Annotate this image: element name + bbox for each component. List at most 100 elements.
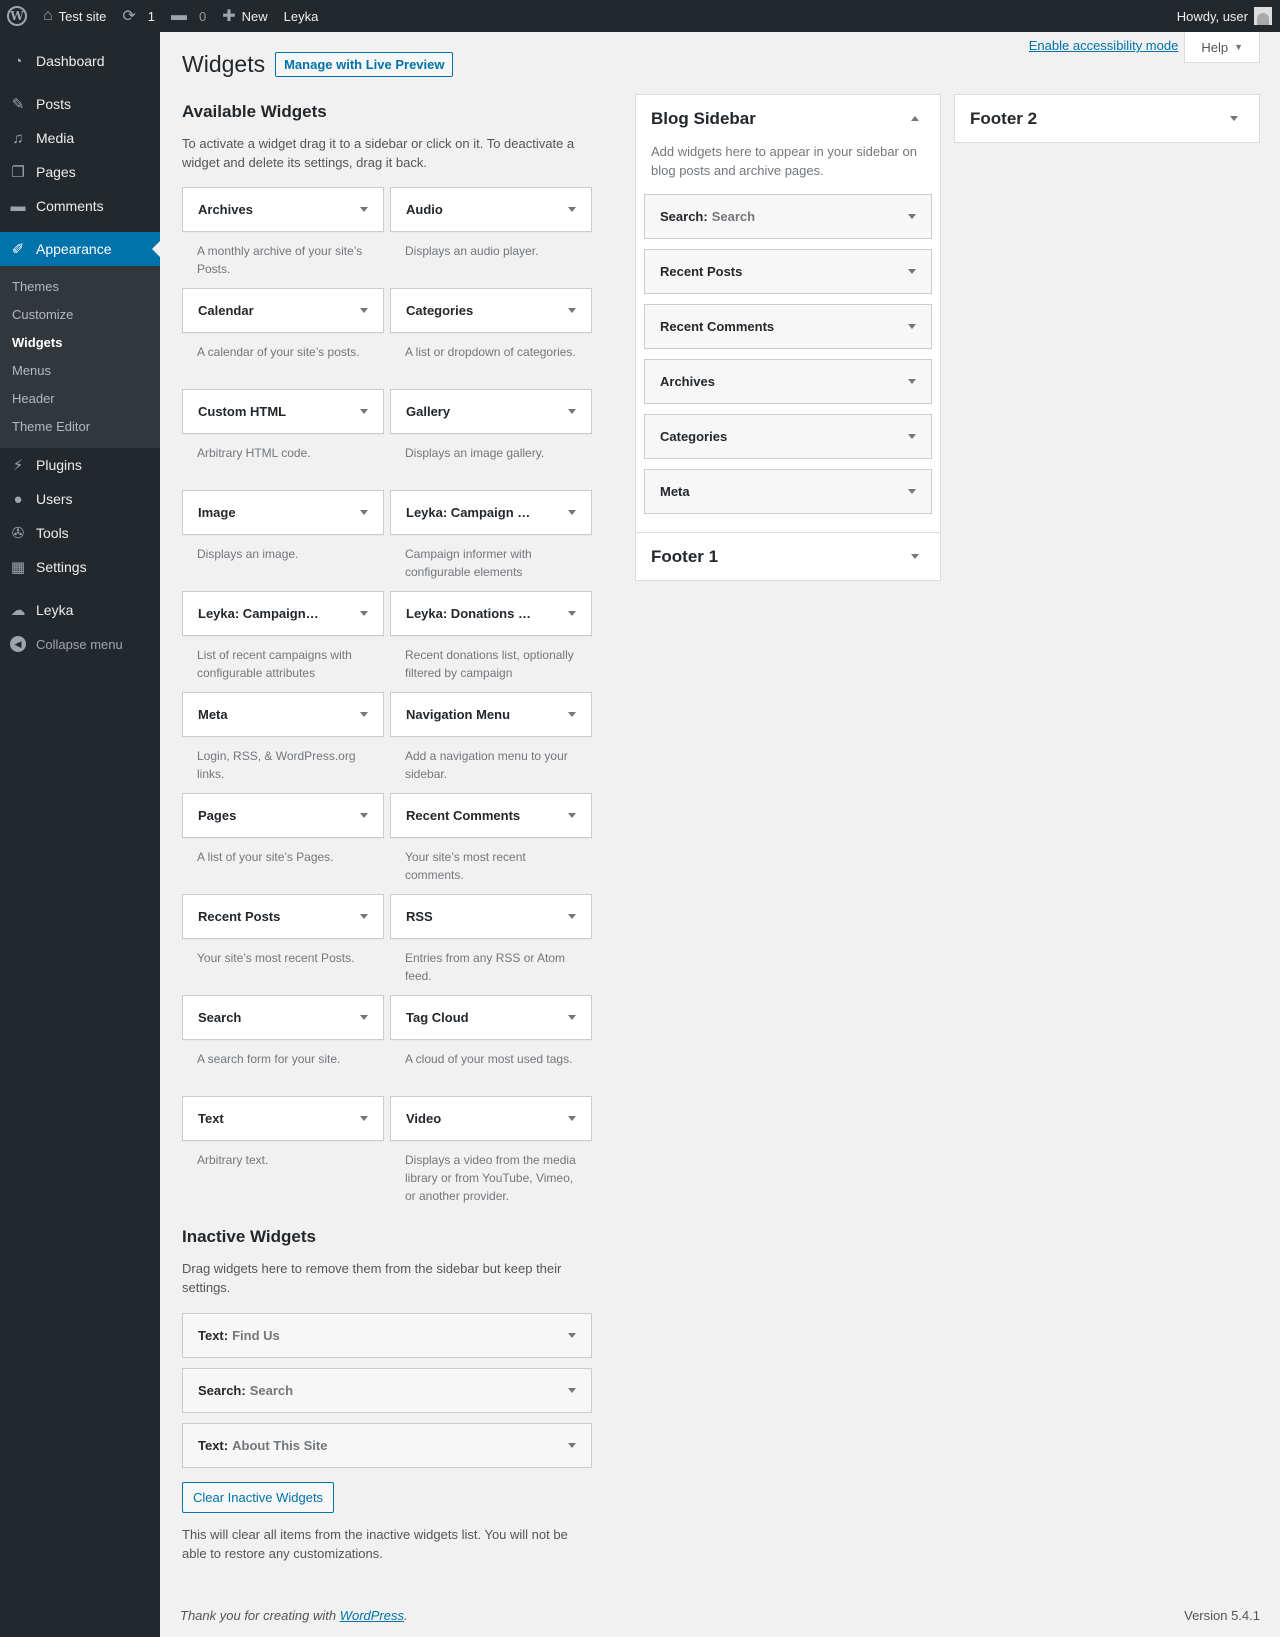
submenu-widgets[interactable]: Widgets [0, 329, 160, 357]
chevron-down-icon[interactable] [360, 510, 368, 515]
widget-title-bar[interactable]: Custom HTML [182, 389, 384, 434]
widget-title-bar[interactable]: RSS [390, 894, 592, 939]
chevron-down-icon[interactable] [360, 712, 368, 717]
plus-icon: ✚ [222, 8, 236, 25]
menu-comments[interactable]: ▬ Comments [0, 189, 160, 223]
submenu-themes[interactable]: Themes [0, 273, 160, 301]
chevron-down-icon[interactable] [360, 1015, 368, 1020]
widget-title-bar[interactable]: Leyka: Donations … [390, 591, 592, 636]
blog-sidebar-header[interactable]: Blog Sidebar [636, 95, 940, 142]
inactive-widget[interactable]: Search: Search [182, 1368, 592, 1413]
menu-media[interactable]: ♫ Media [0, 121, 160, 155]
widget-title-bar[interactable]: Gallery [390, 389, 592, 434]
chevron-down-icon[interactable] [568, 1116, 576, 1121]
sidebar-widget[interactable]: Meta [644, 469, 932, 514]
new-content-menu[interactable]: ✚ New [214, 0, 275, 32]
chevron-down-icon[interactable] [568, 1388, 576, 1393]
chevron-down-icon[interactable] [908, 324, 916, 329]
submenu-header[interactable]: Header [0, 385, 160, 413]
site-name-menu[interactable]: ⌂ Test site [35, 0, 114, 32]
widget-title-bar[interactable]: Leyka: Campaign … [390, 490, 592, 535]
chevron-down-icon[interactable] [568, 1333, 576, 1338]
chevron-down-icon[interactable] [568, 914, 576, 919]
widget-title-bar[interactable]: Categories [390, 288, 592, 333]
menu-leyka[interactable]: ☁ Leyka [0, 593, 160, 627]
chevron-down-icon[interactable] [568, 409, 576, 414]
chevron-down-icon[interactable] [360, 813, 368, 818]
widget-title-bar[interactable]: Meta [182, 692, 384, 737]
menu-posts[interactable]: ✎ Posts [0, 87, 160, 121]
menu-dashboard-label: Dashboard [36, 53, 105, 69]
menu-dashboard[interactable]: ◔ Dashboard [0, 44, 160, 78]
sidebar-widget[interactable]: Recent Posts [644, 249, 932, 294]
widget-title: Custom HTML [198, 404, 287, 419]
submenu-menus[interactable]: Menus [0, 357, 160, 385]
collapse-menu-button[interactable]: ◀ Collapse menu [0, 627, 160, 661]
wp-logo-menu[interactable]: W [0, 0, 35, 32]
chevron-down-icon[interactable] [568, 712, 576, 717]
chevron-down-icon[interactable] [360, 611, 368, 616]
chevron-down-icon[interactable] [360, 409, 368, 414]
widget-title-bar[interactable]: Recent Posts [182, 894, 384, 939]
inactive-widget[interactable]: Text: About This Site [182, 1423, 592, 1468]
menu-users[interactable]: ● Users [0, 482, 160, 516]
sidebar-widget-label: Categories [660, 429, 728, 444]
chevron-down-icon[interactable] [568, 510, 576, 515]
widget-title-bar[interactable]: Calendar [182, 288, 384, 333]
help-tab-button[interactable]: Help ▼ [1184, 32, 1260, 63]
submenu-customize[interactable]: Customize [0, 301, 160, 329]
widget-title-bar[interactable]: Pages [182, 793, 384, 838]
chevron-down-icon[interactable] [908, 269, 916, 274]
comments-menu[interactable]: ▬ 0 [163, 0, 214, 32]
sidebar-widget[interactable]: Recent Comments [644, 304, 932, 349]
updates-menu[interactable]: ⟳ 1 [114, 0, 163, 32]
inactive-widget-label: Text: [198, 1328, 229, 1343]
widget-title-bar[interactable]: Search [182, 995, 384, 1040]
chevron-down-icon[interactable] [908, 489, 916, 494]
footer-2-header[interactable]: Footer 2 [955, 95, 1259, 142]
chevron-down-icon[interactable] [360, 1116, 368, 1121]
howdy-text: Howdy, user [1176, 8, 1248, 24]
clear-inactive-widgets-button[interactable]: Clear Inactive Widgets [182, 1482, 335, 1513]
sidebar-widget[interactable]: Archives [644, 359, 932, 404]
submenu-theme-editor[interactable]: Theme Editor [0, 413, 160, 441]
footer-1-header[interactable]: Footer 1 [636, 533, 940, 580]
inactive-widget[interactable]: Text: Find Us [182, 1313, 592, 1358]
menu-pages[interactable]: ❐ Pages [0, 155, 160, 189]
widget-item: Video Displays a video from the media lib… [390, 1096, 592, 1203]
chevron-down-icon[interactable] [568, 1015, 576, 1020]
widget-title-bar[interactable]: Leyka: Campaign… [182, 591, 384, 636]
leyka-menu[interactable]: Leyka [276, 0, 327, 32]
chevron-down-icon[interactable] [568, 813, 576, 818]
chevron-down-icon[interactable] [908, 434, 916, 439]
widget-title-bar[interactable]: Audio [390, 187, 592, 232]
chevron-down-icon[interactable] [360, 207, 368, 212]
chevron-down-icon[interactable] [568, 611, 576, 616]
menu-plugins[interactable]: ⚡ Plugins [0, 448, 160, 482]
chevron-down-icon[interactable] [908, 379, 916, 384]
widget-title: Search [198, 1010, 242, 1025]
widget-title-bar[interactable]: Text [182, 1096, 384, 1141]
menu-tools[interactable]: ✇ Tools [0, 516, 160, 550]
sidebar-widget[interactable]: Search: Search [644, 194, 932, 239]
widget-title-bar[interactable]: Recent Comments [390, 793, 592, 838]
live-preview-button[interactable]: Manage with Live Preview [275, 52, 454, 77]
chevron-down-icon[interactable] [360, 308, 368, 313]
chevron-down-icon[interactable] [568, 1443, 576, 1448]
my-account-menu[interactable]: Howdy, user [1169, 0, 1280, 32]
chevron-down-icon[interactable] [568, 207, 576, 212]
widget-title-bar[interactable]: Navigation Menu [390, 692, 592, 737]
widget-title-bar[interactable]: Tag Cloud [390, 995, 592, 1040]
sidebar-widget[interactable]: Categories [644, 414, 932, 459]
menu-settings[interactable]: ▦ Settings [0, 550, 160, 584]
wordpress-link[interactable]: WordPress [340, 1608, 404, 1623]
widget-title-bar[interactable]: Video [390, 1096, 592, 1141]
chevron-down-icon[interactable] [568, 308, 576, 313]
accessibility-mode-link[interactable]: Enable accessibility mode [1029, 38, 1179, 53]
widget-title-bar[interactable]: Archives [182, 187, 384, 232]
menu-appearance[interactable]: ✐ Appearance [0, 232, 160, 266]
chevron-down-icon[interactable] [908, 214, 916, 219]
chevron-down-icon[interactable] [360, 914, 368, 919]
inactive-widget-subtitle: About This Site [232, 1438, 328, 1453]
widget-title-bar[interactable]: Image [182, 490, 384, 535]
